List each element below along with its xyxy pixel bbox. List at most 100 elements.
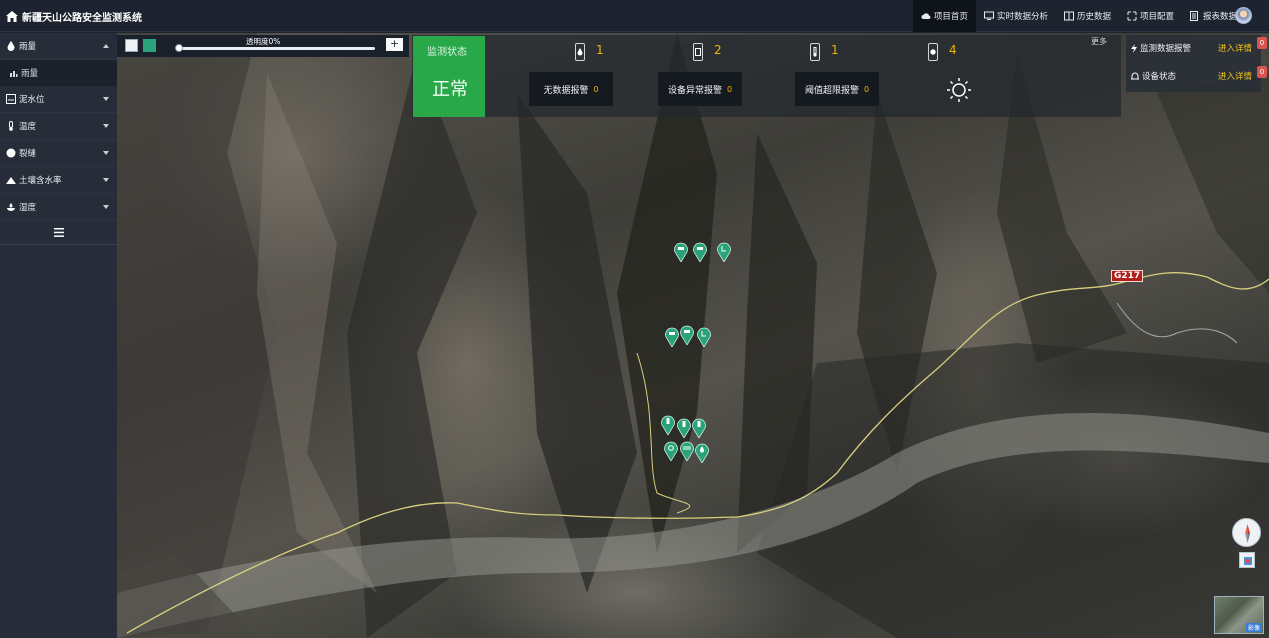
sensor-marker[interactable] bbox=[665, 327, 679, 347]
monitoring-alarm-row: 监测数据报警 进入详情 bbox=[1131, 38, 1257, 58]
main-nav: 项目首页 实时数据分析 历史数据 项目配置 报表数据 bbox=[912, 0, 1245, 32]
sidebar-item-rainfall[interactable]: 雨量 bbox=[0, 33, 117, 60]
sensor-marker[interactable] bbox=[680, 441, 694, 461]
home-icon bbox=[6, 11, 18, 22]
app-title: 新疆天山公路安全监测系统 bbox=[6, 9, 142, 24]
road-label: G217 bbox=[1111, 270, 1144, 282]
nav-item-label: 实时数据分析 bbox=[996, 12, 1048, 22]
sidebar-item-humidity[interactable]: 湿度 bbox=[0, 194, 117, 221]
cloud-icon bbox=[921, 13, 931, 19]
sensor-marker[interactable] bbox=[717, 242, 731, 262]
bar-chart-icon bbox=[10, 70, 18, 77]
sidebar-item-soil-moisture[interactable]: 土壤含水率 bbox=[0, 167, 117, 194]
map-view[interactable] bbox=[117, 33, 1269, 638]
layer-list-button[interactable] bbox=[125, 39, 138, 52]
sensor-marker[interactable] bbox=[692, 418, 706, 438]
no-data-alarm-button[interactable]: 无数据报警 0 bbox=[529, 72, 613, 106]
more-link[interactable]: 更多 bbox=[1091, 36, 1107, 47]
chevron-up-icon bbox=[103, 44, 109, 48]
sensor-marker[interactable] bbox=[693, 242, 707, 262]
monitoring-alarm-detail-link[interactable]: 进入详情 bbox=[1218, 42, 1252, 54]
device-badge: 0 bbox=[1257, 66, 1267, 78]
chevron-down-icon bbox=[103, 97, 109, 101]
alarm-count: 0 bbox=[863, 84, 870, 94]
humidity-icon bbox=[7, 203, 15, 211]
map-layers-button[interactable] bbox=[1239, 552, 1255, 568]
water-level-icon bbox=[6, 94, 16, 104]
menu-icon bbox=[53, 228, 64, 237]
sidebar-subitem-rainfall[interactable]: 雨量 bbox=[0, 60, 117, 86]
sensor-marker[interactable] bbox=[677, 418, 691, 438]
sun-icon bbox=[947, 78, 971, 102]
chevron-down-icon bbox=[103, 205, 109, 209]
alarm-badge: 0 bbox=[1257, 37, 1267, 49]
sensor-count-rainfall: 1 bbox=[596, 43, 604, 57]
sensor-marker[interactable] bbox=[664, 441, 678, 461]
alarm-count: 0 bbox=[726, 84, 733, 94]
nav-item-label: 历史数据 bbox=[1076, 12, 1111, 22]
layers-icon bbox=[1244, 557, 1252, 565]
alarm-label: 阈值超限报警 bbox=[804, 85, 859, 96]
config-icon bbox=[1127, 11, 1137, 21]
nav-item-realtime-analysis[interactable]: 实时数据分析 bbox=[976, 0, 1056, 32]
nav-item-config[interactable]: 项目配置 bbox=[1119, 0, 1182, 32]
layer-toggle-button[interactable] bbox=[143, 39, 156, 52]
user-avatar[interactable] bbox=[1235, 7, 1252, 24]
nav-item-label: 报表数据 bbox=[1202, 12, 1237, 22]
nav-item-label: 项目配置 bbox=[1139, 12, 1174, 22]
sidebar-item-crack[interactable]: 裂缝 bbox=[0, 140, 117, 167]
chevron-down-icon bbox=[103, 124, 109, 128]
app-title-text: 新疆天山公路安全监测系统 bbox=[22, 13, 142, 24]
compass-icon bbox=[1245, 524, 1250, 543]
row-label: 监测数据报警 bbox=[1140, 44, 1192, 54]
status-title: 监测状态 bbox=[427, 47, 467, 58]
sidebar-item-label: 雨量 bbox=[19, 42, 37, 52]
raindrop-icon bbox=[575, 43, 585, 61]
sensor-marker[interactable] bbox=[697, 327, 711, 347]
device-status-row: 设备状态 进入详情 bbox=[1131, 66, 1257, 86]
compass-button[interactable] bbox=[1232, 518, 1261, 547]
minimap-label: 影像 bbox=[1245, 623, 1262, 632]
thermometer-icon bbox=[810, 43, 820, 61]
alarm-label: 无数据报警 bbox=[543, 85, 589, 96]
sensor-count-crack: 4 bbox=[949, 43, 957, 57]
sensor-count-water-level: 2 bbox=[714, 43, 722, 57]
sensor-marker[interactable] bbox=[695, 443, 709, 463]
sidebar: 雨量 雨量 泥水位 温度 裂缝 土壤含水率 湿度 bbox=[0, 33, 117, 638]
crack-icon bbox=[6, 148, 16, 158]
threshold-alarm-button[interactable]: 阈值超限报警 0 bbox=[795, 72, 879, 106]
zoom-in-button[interactable]: + bbox=[386, 38, 403, 51]
water-level-icon bbox=[693, 43, 703, 61]
sidebar-item-water-level[interactable]: 泥水位 bbox=[0, 86, 117, 113]
sidebar-item-label: 温度 bbox=[19, 122, 37, 132]
sidebar-item-label: 泥水位 bbox=[19, 95, 45, 105]
device-status-detail-link[interactable]: 进入详情 bbox=[1218, 70, 1252, 82]
sidebar-item-temperature[interactable]: 温度 bbox=[0, 113, 117, 140]
report-icon bbox=[1189, 11, 1198, 21]
opacity-slider[interactable] bbox=[177, 47, 375, 50]
sidebar-collapse-button[interactable] bbox=[0, 221, 117, 245]
top-bar: 新疆天山公路安全监测系统 项目首页 实时数据分析 历史数据 项目配置 报表数据 bbox=[0, 0, 1269, 32]
alert-summary-panel: 监测数据报警 进入详情 设备状态 进入详情 bbox=[1126, 35, 1261, 92]
device-fault-alarm-button[interactable]: 设备异常报警 0 bbox=[658, 72, 742, 106]
sensor-count-temperature: 1 bbox=[831, 43, 839, 57]
nav-item-history[interactable]: 历史数据 bbox=[1056, 0, 1119, 32]
sensor-marker[interactable] bbox=[680, 325, 694, 345]
alarm-label: 设备异常报警 bbox=[667, 85, 722, 96]
sidebar-item-label: 裂缝 bbox=[19, 149, 37, 159]
monitor-icon bbox=[983, 11, 994, 20]
thermometer-icon bbox=[9, 121, 13, 131]
minimap[interactable]: 影像 bbox=[1214, 596, 1264, 634]
opacity-slider-handle[interactable] bbox=[175, 44, 183, 52]
lightning-icon bbox=[1131, 43, 1137, 53]
sensor-marker[interactable] bbox=[661, 415, 675, 435]
alarm-count: 0 bbox=[593, 84, 599, 94]
sensor-marker[interactable] bbox=[674, 242, 688, 262]
nav-item-home[interactable]: 项目首页 bbox=[912, 0, 976, 32]
monitoring-status-panel: 监测状态 正常 1 2 1 4 无数据报警 0 设备异常报警 0 阈值超限报警 … bbox=[412, 35, 1121, 117]
sidebar-subitem-label: 雨量 bbox=[21, 69, 39, 79]
chevron-down-icon bbox=[103, 151, 109, 155]
history-icon bbox=[1063, 11, 1074, 21]
raindrop-icon bbox=[7, 41, 15, 51]
row-label: 设备状态 bbox=[1142, 72, 1177, 82]
